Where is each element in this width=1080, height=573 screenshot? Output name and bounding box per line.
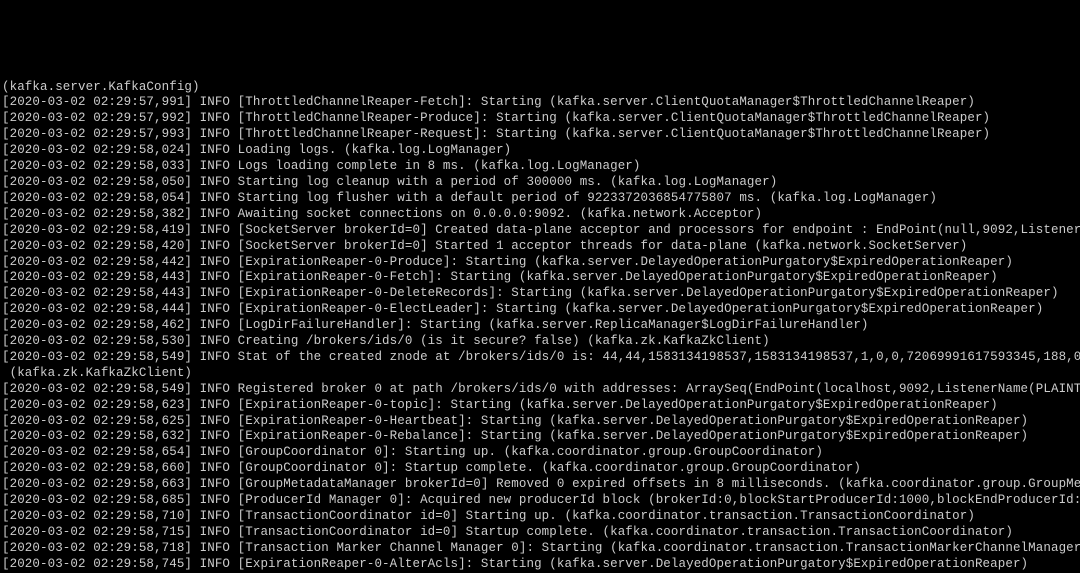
log-line: [2020-03-02 02:29:58,419] INFO [SocketSe… — [2, 223, 1078, 239]
log-line: [2020-03-02 02:29:58,625] INFO [Expirati… — [2, 414, 1078, 430]
log-line: [2020-03-02 02:29:58,050] INFO Starting … — [2, 175, 1078, 191]
log-line: [2020-03-02 02:29:58,623] INFO [Expirati… — [2, 398, 1078, 414]
log-line: (kafka.server.KafkaConfig) — [2, 80, 1078, 96]
log-line: [2020-03-02 02:29:58,549] INFO Registere… — [2, 382, 1078, 398]
log-line: [2020-03-02 02:29:58,444] INFO [Expirati… — [2, 302, 1078, 318]
log-line: [2020-03-02 02:29:58,420] INFO [SocketSe… — [2, 239, 1078, 255]
log-line: [2020-03-02 02:29:58,530] INFO Creating … — [2, 334, 1078, 350]
log-line: (kafka.zk.KafkaZkClient) — [2, 366, 1078, 382]
log-line: [2020-03-02 02:29:58,442] INFO [Expirati… — [2, 255, 1078, 271]
log-line: [2020-03-02 02:29:58,443] INFO [Expirati… — [2, 286, 1078, 302]
log-line: [2020-03-02 02:29:58,462] INFO [LogDirFa… — [2, 318, 1078, 334]
log-line: [2020-03-02 02:29:58,054] INFO Starting … — [2, 191, 1078, 207]
log-line: [2020-03-02 02:29:58,549] INFO Stat of t… — [2, 350, 1078, 366]
log-line: [2020-03-02 02:29:58,443] INFO [Expirati… — [2, 270, 1078, 286]
log-line: [2020-03-02 02:29:57,993] INFO [Throttle… — [2, 127, 1078, 143]
log-line: [2020-03-02 02:29:58,715] INFO [Transact… — [2, 525, 1078, 541]
log-line: [2020-03-02 02:29:58,710] INFO [Transact… — [2, 509, 1078, 525]
log-line: [2020-03-02 02:29:58,024] INFO Loading l… — [2, 143, 1078, 159]
log-line: [2020-03-02 02:29:58,745] INFO [Expirati… — [2, 557, 1078, 573]
log-line: [2020-03-02 02:29:58,660] INFO [GroupCoo… — [2, 461, 1078, 477]
log-line: [2020-03-02 02:29:58,654] INFO [GroupCoo… — [2, 445, 1078, 461]
log-line: [2020-03-02 02:29:58,685] INFO [Producer… — [2, 493, 1078, 509]
log-line: [2020-03-02 02:29:58,632] INFO [Expirati… — [2, 429, 1078, 445]
log-line: [2020-03-02 02:29:58,382] INFO Awaiting … — [2, 207, 1078, 223]
log-line: [2020-03-02 02:29:57,991] INFO [Throttle… — [2, 95, 1078, 111]
log-line: [2020-03-02 02:29:58,718] INFO [Transact… — [2, 541, 1078, 557]
log-line: [2020-03-02 02:29:57,992] INFO [Throttle… — [2, 111, 1078, 127]
log-line: [2020-03-02 02:29:58,033] INFO Logs load… — [2, 159, 1078, 175]
log-line: [2020-03-02 02:29:58,663] INFO [GroupMet… — [2, 477, 1078, 493]
terminal-output: (kafka.server.KafkaConfig)[2020-03-02 02… — [0, 80, 1080, 573]
